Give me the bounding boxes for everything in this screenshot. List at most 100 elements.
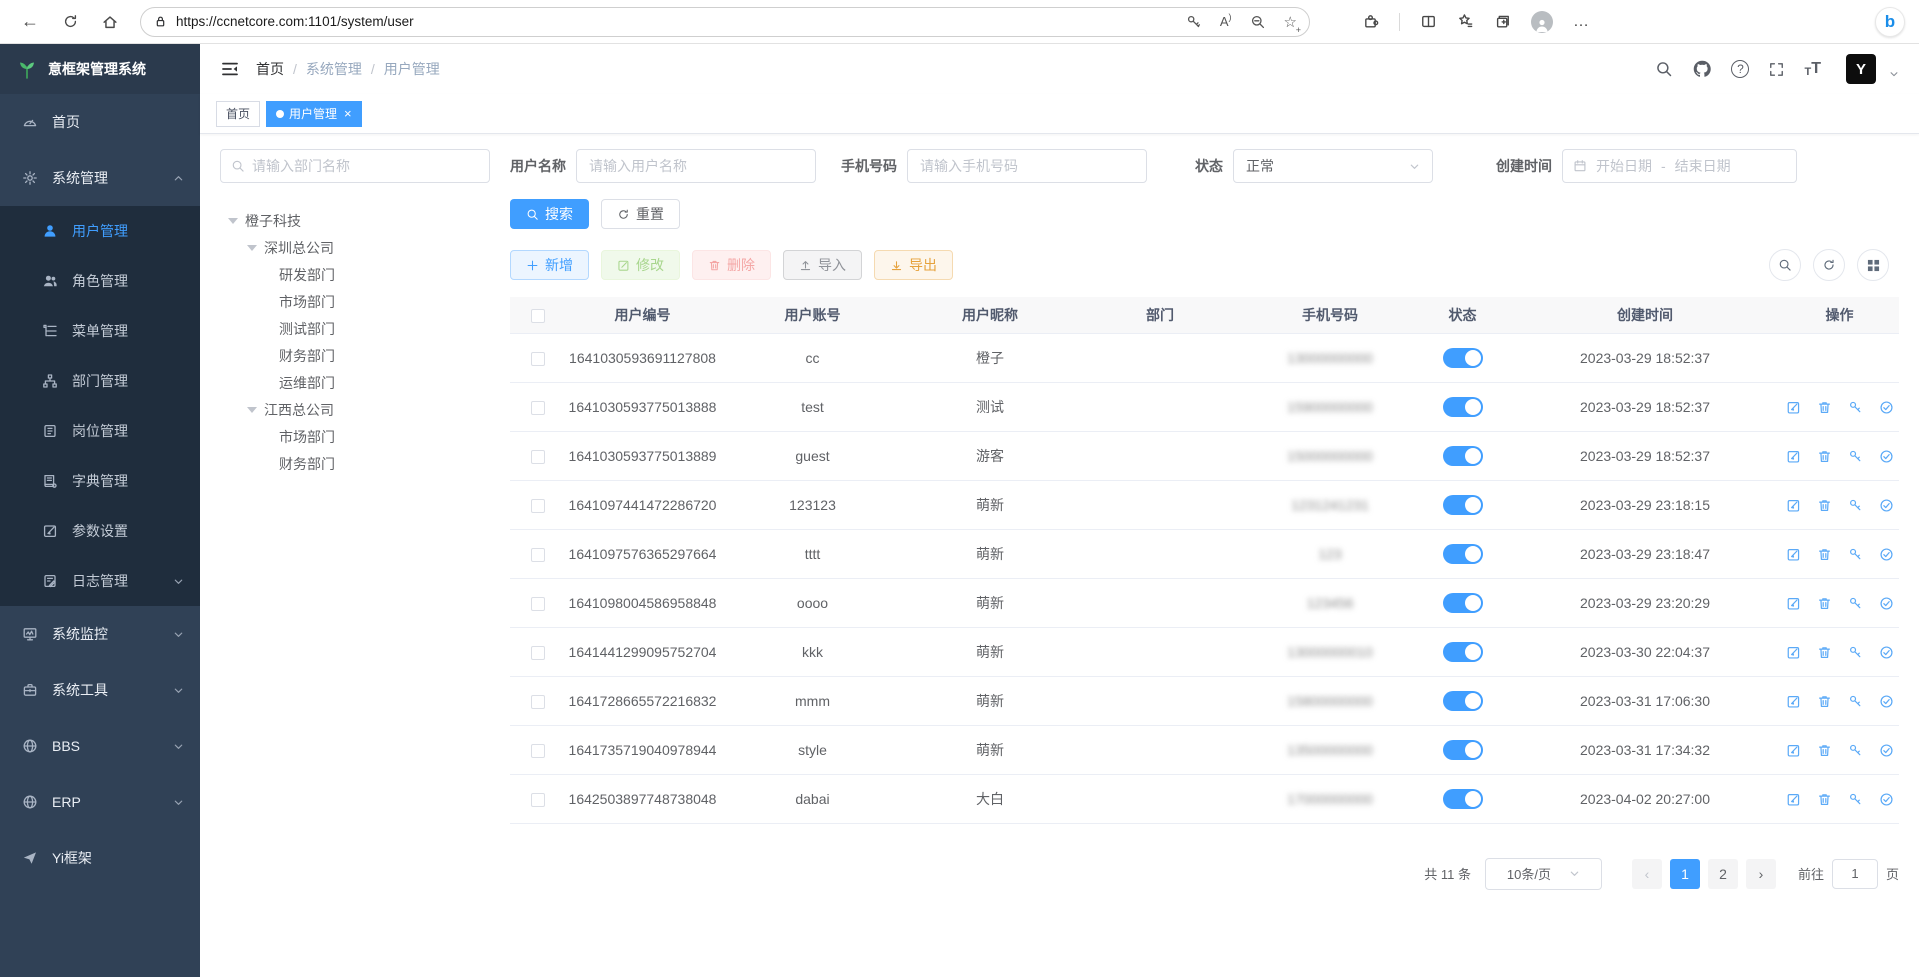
status-toggle[interactable]	[1443, 740, 1483, 760]
delete-button[interactable]: 删除	[692, 250, 771, 280]
page-size-select[interactable]: 10条/页	[1485, 858, 1602, 890]
prev-page-button[interactable]: ‹	[1632, 859, 1662, 889]
check-icon[interactable]	[1879, 400, 1894, 415]
delete-icon[interactable]	[1817, 645, 1832, 660]
page-button-1[interactable]: 1	[1670, 859, 1700, 889]
delete-icon[interactable]	[1817, 743, 1832, 758]
sidebar-item-menus[interactable]: 菜单管理	[0, 306, 200, 356]
export-button[interactable]: 导出	[874, 250, 953, 280]
status-select[interactable]: 正常	[1233, 149, 1433, 183]
add-button[interactable]: 新增	[510, 250, 589, 280]
key-icon[interactable]	[1848, 400, 1863, 415]
sidebar-item-roles[interactable]: 角色管理	[0, 256, 200, 306]
edit-icon[interactable]	[1786, 498, 1801, 513]
check-icon[interactable]	[1879, 547, 1894, 562]
delete-icon[interactable]	[1817, 694, 1832, 709]
github-icon[interactable]	[1692, 59, 1712, 79]
tree-node[interactable]: 深圳总公司	[220, 234, 490, 261]
delete-icon[interactable]	[1817, 596, 1832, 611]
zoom-icon[interactable]	[1250, 14, 1266, 30]
edit-icon[interactable]	[1786, 400, 1801, 415]
check-icon[interactable]	[1879, 792, 1894, 807]
row-checkbox[interactable]	[531, 401, 545, 415]
back-icon[interactable]: ←	[14, 6, 46, 38]
row-checkbox[interactable]	[531, 646, 545, 660]
refresh-table-icon[interactable]	[1813, 249, 1845, 281]
sidebar-item-logs[interactable]: 日志管理	[0, 556, 200, 606]
breadcrumb-home[interactable]: 首页	[256, 59, 284, 79]
import-button[interactable]: 导入	[783, 250, 862, 280]
edit-icon[interactable]	[1786, 792, 1801, 807]
search-button[interactable]: 搜索	[510, 199, 589, 229]
reset-button[interactable]: 重置	[601, 199, 680, 229]
tree-node[interactable]: 运维部门	[220, 369, 490, 396]
status-toggle[interactable]	[1443, 544, 1483, 564]
key-icon[interactable]	[1848, 596, 1863, 611]
status-toggle[interactable]	[1443, 446, 1483, 466]
row-checkbox[interactable]	[531, 597, 545, 611]
status-toggle[interactable]	[1443, 593, 1483, 613]
tree-node[interactable]: 财务部门	[220, 342, 490, 369]
sidebar-item-monitor[interactable]: 系统监控	[0, 606, 200, 662]
sidebar-item-home[interactable]: 首页	[0, 94, 200, 150]
tree-caret-icon[interactable]	[247, 407, 257, 413]
avatar-caret-icon[interactable]	[1889, 69, 1899, 79]
edit-icon[interactable]	[1786, 645, 1801, 660]
sidebar-item-erp[interactable]: ERP	[0, 774, 200, 830]
font-size-icon[interactable]: TT	[1804, 60, 1821, 78]
key-icon[interactable]	[1848, 498, 1863, 513]
check-icon[interactable]	[1879, 694, 1894, 709]
sidebar-item-posts[interactable]: 岗位管理	[0, 406, 200, 456]
key-icon[interactable]	[1848, 792, 1863, 807]
tree-caret-icon[interactable]	[247, 245, 257, 251]
close-icon[interactable]: ×	[344, 106, 352, 121]
tree-node[interactable]: 测试部门	[220, 315, 490, 342]
collapse-sidebar-icon[interactable]	[220, 59, 240, 79]
header-search-icon[interactable]	[1655, 60, 1673, 78]
delete-icon[interactable]	[1817, 792, 1832, 807]
help-icon[interactable]: ?	[1731, 60, 1749, 78]
tree-node[interactable]: 江西总公司	[220, 396, 490, 423]
url-text[interactable]: https://ccnetcore.com:1101/system/user	[176, 14, 1178, 29]
status-toggle[interactable]	[1443, 642, 1483, 662]
key-icon[interactable]	[1848, 449, 1863, 464]
sidebar-item-users[interactable]: 用户管理	[0, 206, 200, 256]
row-checkbox[interactable]	[531, 352, 545, 366]
tree-caret-icon[interactable]	[228, 218, 238, 224]
goto-page-input[interactable]	[1832, 859, 1878, 889]
sidebar-item-yi[interactable]: Yi框架	[0, 830, 200, 886]
delete-icon[interactable]	[1817, 547, 1832, 562]
home-icon[interactable]	[94, 6, 126, 38]
select-all-checkbox[interactable]	[531, 309, 545, 323]
more-menu-icon[interactable]: …	[1573, 13, 1590, 31]
user-name-input[interactable]	[576, 149, 816, 183]
split-screen-icon[interactable]	[1420, 13, 1437, 30]
edit-button[interactable]: 修改	[601, 250, 680, 280]
check-icon[interactable]	[1879, 449, 1894, 464]
toggle-search-icon[interactable]	[1769, 249, 1801, 281]
sidebar-item-tools[interactable]: 系统工具	[0, 662, 200, 718]
page-button-2[interactable]: 2	[1708, 859, 1738, 889]
row-checkbox[interactable]	[531, 548, 545, 562]
fullscreen-icon[interactable]	[1768, 61, 1785, 78]
profile-avatar[interactable]	[1531, 11, 1553, 33]
delete-icon[interactable]	[1817, 498, 1832, 513]
status-toggle[interactable]	[1443, 495, 1483, 515]
row-checkbox[interactable]	[531, 450, 545, 464]
tag-home[interactable]: 首页	[216, 101, 260, 127]
status-toggle[interactable]	[1443, 789, 1483, 809]
key-icon[interactable]	[1848, 694, 1863, 709]
read-aloud-icon[interactable]: A)	[1220, 14, 1232, 29]
date-range-picker[interactable]: 开始日期 - 结束日期	[1562, 149, 1797, 183]
key-icon[interactable]	[1848, 743, 1863, 758]
sidebar-item-dicts[interactable]: 字典管理	[0, 456, 200, 506]
tree-node[interactable]: 研发部门	[220, 261, 490, 288]
extensions-icon[interactable]	[1362, 13, 1379, 30]
check-icon[interactable]	[1879, 596, 1894, 611]
copilot-icon[interactable]: b	[1875, 7, 1905, 37]
row-checkbox[interactable]	[531, 695, 545, 709]
sidebar-item-bbs[interactable]: BBS	[0, 718, 200, 774]
collections-icon[interactable]	[1494, 13, 1511, 30]
sidebar-item-params[interactable]: 参数设置	[0, 506, 200, 556]
row-checkbox[interactable]	[531, 499, 545, 513]
